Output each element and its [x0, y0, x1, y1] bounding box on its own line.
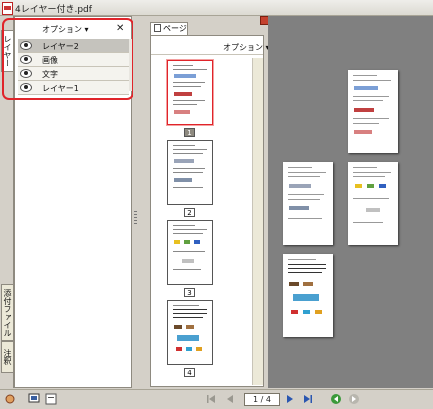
hand-tool-icon[interactable]	[4, 393, 16, 405]
page-thumbnail-4[interactable]	[167, 300, 213, 365]
layers-options-menu[interactable]: オプション ▾	[42, 24, 89, 35]
eye-icon[interactable]	[20, 55, 32, 64]
pages-scrollbar[interactable]	[252, 58, 263, 385]
eye-icon[interactable]	[20, 41, 32, 50]
close-icon[interactable]: ✕	[116, 23, 124, 34]
page-number-label: 2	[184, 208, 195, 217]
document-page-4	[283, 254, 333, 337]
layer-label: 画像	[42, 56, 58, 65]
page-icon	[154, 24, 161, 32]
layer-list: レイヤー2 画像 文字 レイヤー1	[18, 39, 129, 95]
tab-layers[interactable]: レイヤー	[1, 30, 14, 72]
page-thumbnail-2[interactable]	[167, 140, 213, 205]
page-layout-icon[interactable]	[45, 393, 57, 405]
document-page-3	[348, 162, 398, 245]
splitter-grip-icon[interactable]	[134, 211, 137, 225]
title-bar: 4レイヤー付き.pdf	[0, 0, 433, 16]
layer-row-layer1[interactable]: レイヤー1	[18, 81, 129, 95]
layer-row-text[interactable]: 文字	[18, 67, 129, 81]
tab-attachments[interactable]: 添付ファイル	[1, 284, 14, 341]
pages-options-menu[interactable]: オプション ▾	[223, 42, 270, 53]
window-title: 4レイヤー付き.pdf	[15, 5, 92, 15]
eye-icon[interactable]	[20, 69, 32, 78]
page-number-label: 1	[184, 128, 195, 137]
page-thumbnail-1[interactable]	[167, 60, 213, 125]
previous-page-icon[interactable]	[224, 393, 236, 405]
document-page-1	[348, 70, 398, 153]
panel-splitter[interactable]	[133, 16, 138, 388]
eye-icon[interactable]	[20, 83, 32, 92]
first-page-icon[interactable]	[205, 393, 217, 405]
tab-pages[interactable]: ページ	[150, 22, 188, 35]
page-number-label: 4	[184, 368, 195, 377]
document-view[interactable]	[268, 16, 433, 388]
page-number-label: 3	[184, 288, 195, 297]
last-page-icon[interactable]	[302, 393, 314, 405]
tab-comments[interactable]: 注釈	[1, 341, 14, 373]
status-bar: 1 / 4	[0, 389, 433, 409]
pages-panel: ページ オプション ▾ 1 2 3 4	[139, 16, 270, 388]
back-view-icon[interactable]	[330, 393, 342, 405]
navigation-tab-strip: レイヤー 添付ファイル 注釈	[0, 16, 14, 388]
pages-thumbnail-area: オプション ▾ 1 2 3 4	[150, 35, 270, 387]
layer-label: レイヤー1	[42, 84, 79, 93]
layer-label: レイヤー2	[42, 42, 79, 51]
next-page-icon[interactable]	[284, 393, 296, 405]
page-thumbnail-3[interactable]	[167, 220, 213, 285]
document-page-2	[283, 162, 333, 245]
page-number-field[interactable]: 1 / 4	[244, 393, 280, 406]
divider	[151, 54, 263, 55]
forward-view-icon[interactable]	[348, 393, 360, 405]
layers-panel: オプション ▾ ✕ レイヤー2 画像 文字 レイヤー1	[14, 16, 133, 388]
layer-label: 文字	[42, 70, 58, 79]
layer-row-layer2[interactable]: レイヤー2	[18, 39, 129, 53]
tab-pages-label: ページ	[163, 24, 187, 33]
pdf-file-icon	[2, 2, 13, 15]
layer-row-image[interactable]: 画像	[18, 53, 129, 67]
page-display-icon[interactable]	[28, 393, 40, 405]
